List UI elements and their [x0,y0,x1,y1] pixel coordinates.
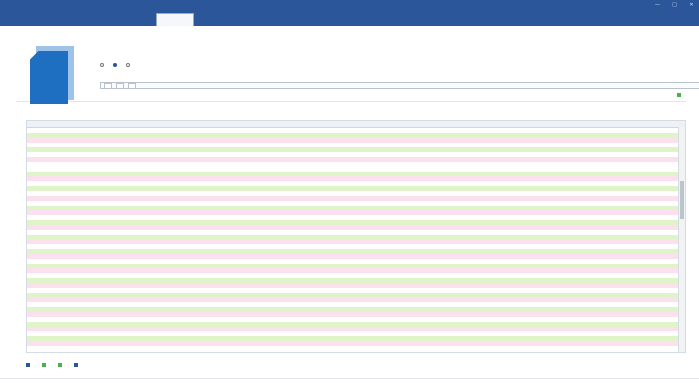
window-titlebar: — □ ✕ [0,0,699,12]
bottom-action-bar [26,363,80,367]
minimize-icon[interactable]: — [654,2,661,9]
action-icon [58,363,62,367]
column-header[interactable] [108,121,641,127]
radio-option[interactable] [113,63,119,67]
filter-field[interactable] [128,82,136,89]
column-header[interactable] [81,121,108,127]
options-panel [16,31,699,104]
ribbon-tab[interactable] [80,14,118,26]
action-icon [42,363,46,367]
bottom-action[interactable] [58,363,64,367]
log-table [26,120,686,353]
radio-dot-icon [100,63,104,67]
maximize-icon[interactable]: □ [671,2,678,9]
ribbon-tab[interactable] [232,14,270,26]
ribbon-tab[interactable] [194,14,232,26]
radio-option[interactable] [100,63,106,67]
radio-dot-icon [126,63,130,67]
action-icon [74,363,78,367]
column-header[interactable] [27,121,81,127]
action-icon [26,363,30,367]
table-body [27,128,685,351]
radio-dot-icon [113,63,117,67]
panel-action[interactable] [677,93,683,97]
status-bar [0,378,699,385]
window-controls: — □ ✕ [654,2,695,9]
vertical-scrollbar[interactable] [678,127,685,352]
document-icon [30,46,74,104]
table-row[interactable] [27,345,685,351]
close-icon[interactable]: ✕ [688,2,695,9]
filter-field[interactable] [116,82,124,89]
ribbon-tabs [0,12,699,26]
ribbon-tab[interactable] [308,14,346,26]
table-header [27,121,685,128]
bottom-action[interactable] [42,363,48,367]
filter-field[interactable] [104,82,112,89]
ribbon-tab[interactable] [118,14,156,26]
filter-bar [100,82,699,89]
bottom-action[interactable] [74,363,80,367]
ribbon-tab[interactable] [270,14,308,26]
bottom-action[interactable] [26,363,32,367]
ribbon-tab[interactable] [4,14,42,26]
scrollbar-thumb[interactable] [680,181,684,219]
refresh-icon [677,93,681,97]
ribbon-tab[interactable] [156,13,194,26]
radio-group [100,63,132,67]
ribbon-tab[interactable] [42,14,80,26]
radio-option[interactable] [126,63,132,67]
